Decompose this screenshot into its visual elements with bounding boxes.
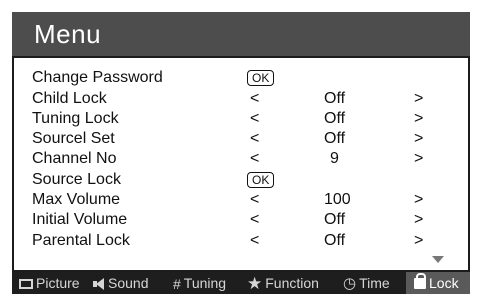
- right-arrow[interactable]: >: [414, 88, 423, 109]
- menu-row-channel-no[interactable]: Channel No < 9 >: [14, 148, 468, 169]
- menu-row-child-lock[interactable]: Child Lock < Off >: [14, 88, 468, 109]
- right-arrow[interactable]: >: [414, 189, 423, 210]
- clock-icon: ◷: [343, 275, 357, 293]
- row-value: Off: [324, 110, 346, 127]
- row-value: Off: [324, 130, 346, 147]
- menu-row-tuning-lock[interactable]: Tuning Lock < Off >: [14, 108, 468, 129]
- ok-button[interactable]: OK: [247, 70, 275, 86]
- menu-title: Menu: [34, 19, 102, 49]
- left-arrow[interactable]: <: [250, 108, 259, 129]
- menu-row-source-lock[interactable]: Source Lock OK: [14, 169, 468, 190]
- left-arrow[interactable]: <: [250, 88, 259, 109]
- row-value: 9: [330, 150, 339, 167]
- left-arrow[interactable]: <: [250, 209, 259, 230]
- lock-settings-panel: Change Password OK Child Lock < Off > Tu…: [14, 58, 468, 270]
- row-value: Off: [324, 232, 346, 249]
- row-value: Off: [324, 211, 346, 228]
- tab-label: Picture: [36, 275, 80, 291]
- star-icon: ★: [247, 274, 263, 294]
- tab-bar: Picture Sound # Tuning ★ Function ◷ Time Lo…: [12, 272, 470, 294]
- left-arrow[interactable]: <: [250, 128, 259, 149]
- menu-row-parental-lock[interactable]: Parental Lock < Off >: [14, 230, 468, 251]
- row-value: Off: [324, 90, 346, 107]
- right-arrow[interactable]: >: [414, 148, 423, 169]
- menu-row-initial-volume[interactable]: Initial Volume < Off >: [14, 209, 468, 230]
- tab-label: Time: [359, 275, 390, 291]
- menu-row-max-volume[interactable]: Max Volume < 100 >: [14, 189, 468, 210]
- tab-sound[interactable]: Sound: [90, 272, 151, 294]
- tv-menu-screen: Menu Change Password OK Child Lock < Off…: [0, 0, 482, 294]
- tab-lock[interactable]: Lock: [406, 272, 470, 294]
- row-label: Parental Lock: [32, 232, 130, 249]
- left-arrow[interactable]: <: [250, 230, 259, 251]
- tab-label: Function: [265, 275, 319, 291]
- tab-label: Tuning: [183, 275, 227, 291]
- row-label: Channel No: [32, 150, 117, 167]
- left-arrow[interactable]: <: [250, 189, 259, 210]
- row-label: Child Lock: [32, 90, 107, 107]
- row-label: Source Lock: [32, 171, 121, 188]
- right-arrow[interactable]: >: [414, 230, 423, 251]
- menu-row-source-set[interactable]: Sourcel Set < Off >: [14, 128, 468, 149]
- row-label: Initial Volume: [32, 211, 128, 228]
- row-label: Change Password: [32, 69, 163, 86]
- lock-icon: [414, 272, 426, 289]
- monitor-icon: [19, 279, 33, 290]
- ok-button[interactable]: OK: [247, 172, 275, 188]
- down-triangle-icon[interactable]: [432, 256, 444, 263]
- right-arrow[interactable]: >: [414, 209, 423, 230]
- speaker-icon: [93, 278, 105, 291]
- row-label: Tuning Lock: [32, 110, 119, 127]
- left-arrow[interactable]: <: [250, 148, 259, 169]
- tab-function[interactable]: ★ Function: [244, 272, 322, 294]
- right-arrow[interactable]: >: [414, 108, 423, 129]
- tab-tuning[interactable]: # Tuning: [170, 272, 229, 294]
- grid-icon: #: [173, 276, 181, 293]
- row-value: 100: [324, 191, 351, 208]
- row-label: Max Volume: [32, 191, 121, 208]
- right-arrow[interactable]: >: [414, 128, 423, 149]
- row-label: Sourcel Set: [32, 130, 115, 147]
- tab-label: Lock: [429, 275, 459, 291]
- tab-time[interactable]: ◷ Time: [340, 272, 393, 294]
- menu-row-change-password[interactable]: Change Password OK: [14, 67, 468, 88]
- tab-label: Sound: [108, 275, 149, 291]
- tab-picture[interactable]: Picture: [16, 272, 83, 294]
